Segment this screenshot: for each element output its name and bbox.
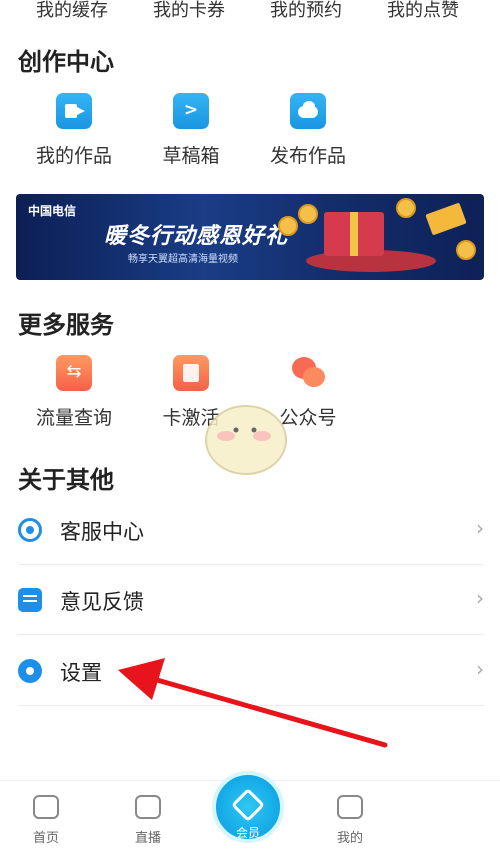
bottom-nav-bar: 首页 直播 会员 我的 [0, 771, 500, 853]
tab-live-label: 直播 [134, 831, 161, 846]
tab-home[interactable]: 首页 [16, 795, 76, 846]
tab-membership-label: 会员 [235, 826, 260, 840]
home-video-icon [33, 795, 59, 819]
tab-mine-label: 我的 [336, 831, 363, 846]
tab-home-label: 首页 [32, 831, 59, 846]
tv-icon [135, 795, 161, 819]
profile-icon [337, 795, 363, 819]
diamond-icon [231, 788, 265, 822]
tab-live[interactable]: 直播 [118, 795, 178, 846]
tab-membership[interactable]: 会员 [212, 771, 284, 843]
tab-mine[interactable]: 我的 [320, 795, 380, 846]
annotation-arrow-icon [118, 658, 388, 748]
